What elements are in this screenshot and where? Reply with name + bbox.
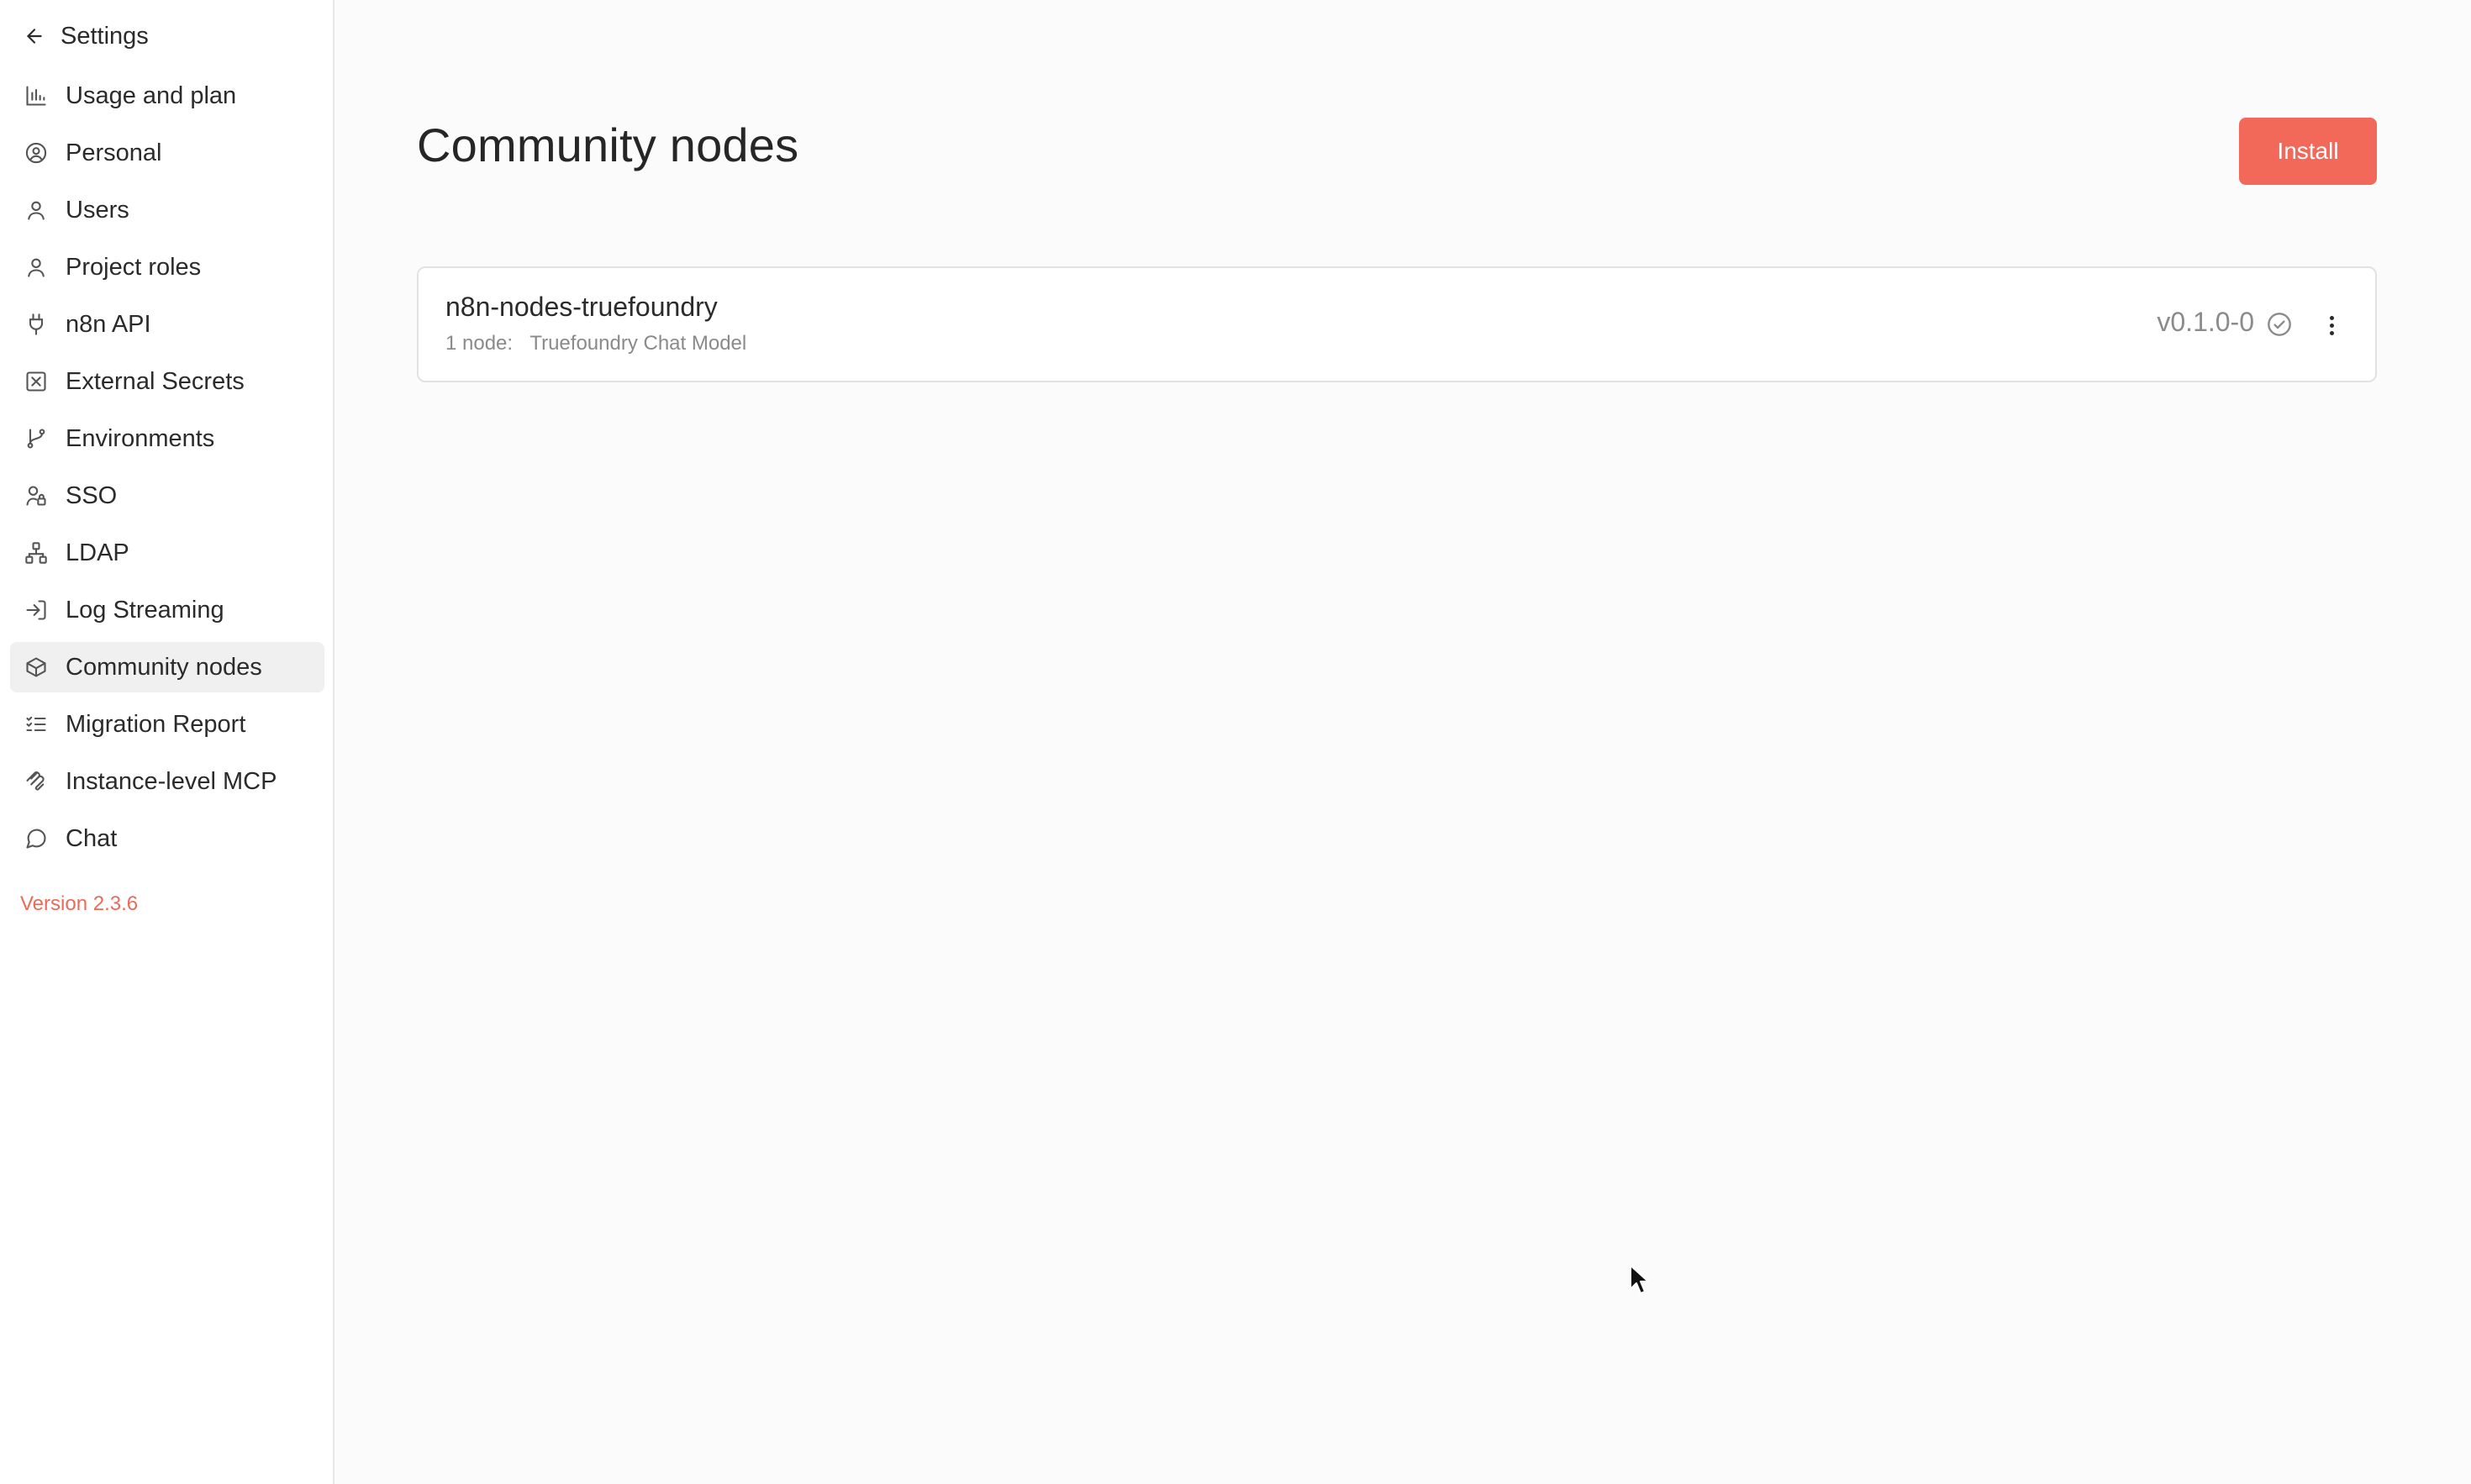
user-lock-icon <box>24 483 49 508</box>
sidebar-item-personal[interactable]: Personal <box>10 128 324 178</box>
sidebar-item-label: Personal <box>66 139 162 166</box>
sidebar-item-label: External Secrets <box>66 367 245 395</box>
sidebar-item-sso[interactable]: SSO <box>10 471 324 521</box>
log-in-icon <box>24 597 49 623</box>
node-version: v0.1.0-0 <box>2157 307 2254 337</box>
sidebar-item-instance-level-mcp[interactable]: Instance-level MCP <box>10 756 324 807</box>
sidebar-item-label: Log Streaming <box>66 596 224 624</box>
settings-sidebar: Settings Usage and plan Personal Users P… <box>0 0 335 1484</box>
sidebar-item-label: Users <box>66 196 129 224</box>
more-options-icon[interactable] <box>2321 308 2342 342</box>
mcp-icon <box>24 769 49 794</box>
sidebar-item-n8n-api[interactable]: n8n API <box>10 299 324 350</box>
node-package-name: n8n-nodes-truefoundry <box>445 292 718 322</box>
sidebar-item-usage-and-plan[interactable]: Usage and plan <box>10 71 324 121</box>
bar-chart-icon <box>24 83 49 108</box>
mouse-pointer-icon <box>1630 1265 1649 1294</box>
node-count: 1 node: <box>445 332 514 355</box>
sidebar-item-chat[interactable]: Chat <box>10 813 324 864</box>
sidebar-item-project-roles[interactable]: Project roles <box>10 242 324 292</box>
sidebar-item-migration-report[interactable]: Migration Report <box>10 699 324 750</box>
vault-icon <box>24 369 49 394</box>
network-icon <box>24 540 49 566</box>
user-icon <box>24 197 49 223</box>
box-icon <box>24 655 49 680</box>
list-checks-icon <box>24 712 49 737</box>
sidebar-item-label: SSO <box>66 482 118 509</box>
sidebar-item-community-nodes[interactable]: Community nodes <box>10 642 324 692</box>
page-title: Community nodes <box>417 118 799 171</box>
user-icon <box>24 255 49 280</box>
arrow-left-icon <box>27 29 42 44</box>
plug-icon <box>24 312 49 337</box>
sidebar-item-label: Migration Report <box>66 710 246 738</box>
sidebar-item-label: Instance-level MCP <box>66 767 277 795</box>
back-to-settings-button[interactable]: Settings <box>24 18 149 54</box>
sidebar-item-label: Chat <box>66 824 118 852</box>
back-label: Settings <box>61 22 149 50</box>
sidebar-item-log-streaming[interactable]: Log Streaming <box>10 585 324 635</box>
sidebar-item-label: LDAP <box>66 539 129 566</box>
version-link[interactable]: Version 2.3.6 <box>20 892 138 916</box>
sidebar-item-label: Community nodes <box>66 653 262 681</box>
sidebar-item-label: Usage and plan <box>66 82 237 109</box>
sidebar-item-label: n8n API <box>66 310 151 338</box>
git-branch-icon <box>24 426 49 451</box>
sidebar-item-external-secrets[interactable]: External Secrets <box>10 356 324 407</box>
install-button[interactable]: Install <box>2239 118 2377 185</box>
sidebar-item-label: Environments <box>66 424 215 452</box>
settings-nav: Usage and plan Personal Users Project ro… <box>10 71 324 871</box>
app: Settings Usage and plan Personal Users P… <box>0 0 2471 1484</box>
user-circle-icon <box>24 140 49 166</box>
message-circle-icon <box>24 826 49 851</box>
community-node-card: n8n-nodes-truefoundry 1 node: Truefoundr… <box>417 266 2377 382</box>
sidebar-item-users[interactable]: Users <box>10 185 324 235</box>
sidebar-item-environments[interactable]: Environments <box>10 413 324 464</box>
sidebar-item-ldap[interactable]: LDAP <box>10 528 324 578</box>
sidebar-item-label: Project roles <box>66 253 202 281</box>
node-summary: 1 node: Truefoundry Chat Model <box>445 332 746 355</box>
check-circle-icon <box>2268 313 2291 336</box>
node-names: Truefoundry Chat Model <box>530 332 747 355</box>
